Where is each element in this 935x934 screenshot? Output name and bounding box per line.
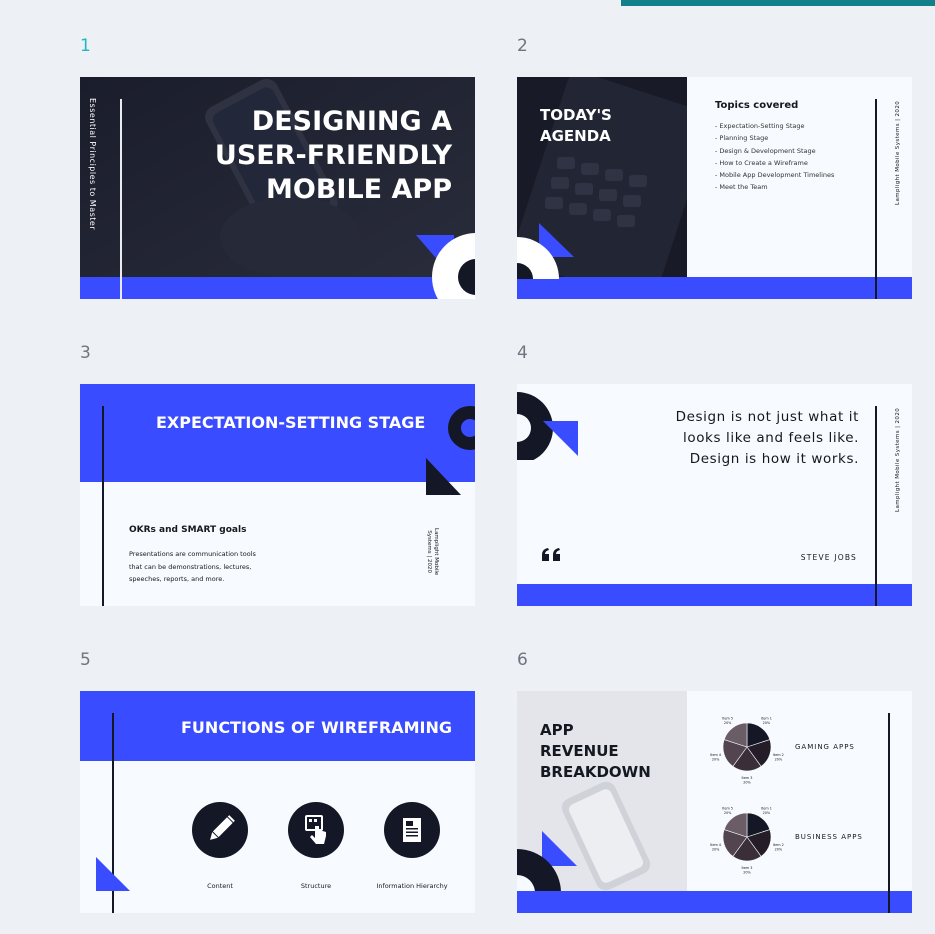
slide-footer: Lamplight Mobile Systems | 2020 xyxy=(895,100,901,205)
decorative-vertical-line xyxy=(102,406,104,606)
slide-number-2: 2 xyxy=(517,36,528,56)
slide-title: TODAY'S AGENDA xyxy=(540,106,612,145)
touch-screen-icon xyxy=(305,815,326,844)
slide-thumbnail-4[interactable]: Design is not just what it looks like an… xyxy=(517,384,912,606)
wireframe-item-label: Information Hierarchy xyxy=(376,882,448,890)
pie-category-label: Item 4 xyxy=(710,843,721,847)
pie-category-label: Item 5 xyxy=(722,716,733,720)
topic-item: - How to Create a Wireframe xyxy=(715,158,808,167)
pie-data-label: 20% xyxy=(743,871,751,875)
document-icon xyxy=(403,818,421,842)
decorative-vertical-line xyxy=(120,99,122,299)
topic-item: - Planning Stage xyxy=(715,134,769,143)
wireframe-item-icon-circle xyxy=(192,802,248,858)
slide-number-3: 3 xyxy=(80,343,91,363)
header-band xyxy=(80,384,475,482)
pie-category-label: Item 4 xyxy=(710,753,721,757)
slide-title: EXPECTATION-SETTING STAGE xyxy=(156,413,426,432)
bottom-accent-band xyxy=(517,891,912,913)
slide-footer: Lamplight Mobile Systems | 2020 xyxy=(895,407,901,512)
slide-side-text: Essential Principles to Master xyxy=(88,98,97,231)
bottom-accent-band xyxy=(517,277,912,299)
slide-subtitle: OKRs and SMART goals xyxy=(129,525,247,535)
slide-sorter-canvas: 1 Essential Principles to Master DESIGNI… xyxy=(0,0,935,934)
decorative-ring-triangle-shape xyxy=(517,223,574,279)
slide-number-5: 5 xyxy=(80,650,91,670)
chart-label: GAMING APPS xyxy=(795,743,855,751)
pie-category-label: Item 1 xyxy=(761,716,772,720)
quote-mark-icon xyxy=(542,548,560,561)
slide-body-text: Presentations are communication tools th… xyxy=(129,550,256,583)
topics-panel: Topics covered - Expectation-Setting Sta… xyxy=(715,100,834,194)
quote-text: Design is not just what it looks like an… xyxy=(675,409,859,467)
pie-category-label: Item 3 xyxy=(742,776,753,780)
topic-item: - Design & Development Stage xyxy=(715,146,816,155)
decorative-triangle-shape xyxy=(96,857,130,891)
pie-category-label: Item 1 xyxy=(761,806,772,810)
slide-title: FUNCTIONS OF WIREFRAMING xyxy=(181,718,452,737)
slide-thumbnail-3[interactable]: EXPECTATION-SETTING STAGE OKRs and SMART… xyxy=(80,384,475,606)
decorative-ring-triangle-shape xyxy=(517,392,578,460)
slide-thumbnail-5[interactable]: FUNCTIONS OF WIREFRAMING Content Structu… xyxy=(80,691,475,913)
pie-data-label: 20% xyxy=(743,781,751,785)
slide-title: DESIGNING A USER-FRIENDLY MOBILE APP xyxy=(214,106,452,205)
topic-item: - Mobile App Development Timelines xyxy=(715,171,835,180)
pie-data-label: 20% xyxy=(775,758,783,762)
topics-heading: Topics covered xyxy=(715,100,799,111)
pie-category-label: Item 2 xyxy=(773,843,784,847)
pie-data-label: 20% xyxy=(712,848,720,852)
chart-label: BUSINESS APPS xyxy=(795,833,863,841)
pie-chart-gaming-apps: Item 120%Item 220%Item 320%Item 420%Item… xyxy=(710,716,784,785)
pie-chart-business-apps: Item 120%Item 220%Item 320%Item 420%Item… xyxy=(710,806,784,875)
wireframe-item-icon-circle xyxy=(384,802,440,858)
topic-item: - Expectation-Setting Stage xyxy=(715,122,805,130)
pie-data-label: 20% xyxy=(724,811,732,815)
decorative-vertical-line xyxy=(875,406,877,606)
decorative-ring-triangle-shape xyxy=(517,831,577,893)
pie-category-label: Item 3 xyxy=(742,866,753,870)
pencil-icon xyxy=(210,815,235,840)
wireframe-item-label: Content xyxy=(207,882,233,890)
decorative-vertical-line xyxy=(875,99,877,299)
pie-data-label: 20% xyxy=(724,721,732,725)
slide-thumbnail-1[interactable]: Essential Principles to Master DESIGNING… xyxy=(80,77,475,299)
decorative-vertical-line xyxy=(888,713,890,913)
decorative-ring-triangle-shape xyxy=(426,406,475,495)
slide-title: APP REVENUE BREAKDOWN xyxy=(540,721,651,781)
bottom-accent-band xyxy=(517,584,912,606)
pie-category-label: Item 5 xyxy=(722,806,733,810)
pie-data-label: 20% xyxy=(775,848,783,852)
slide-number-1: 1 xyxy=(80,36,91,56)
wireframe-item-icon-circle xyxy=(288,802,344,858)
slide-number-6: 6 xyxy=(517,650,528,670)
slide-thumbnail-2[interactable]: TODAY'S AGENDA Topics covered - Expectat… xyxy=(517,77,912,299)
pie-data-label: 20% xyxy=(712,758,720,762)
wireframe-item-label: Structure xyxy=(300,882,332,890)
pie-data-label: 20% xyxy=(763,811,771,815)
topic-item: - Meet the Team xyxy=(715,183,768,192)
slide-thumbnail-6[interactable]: APP REVENUE BREAKDOWN Item 1 20% Item 2 20%… xyxy=(517,691,912,913)
top-accent-bar xyxy=(621,0,935,6)
quote-author: STEVE JOBS xyxy=(800,553,857,562)
pie-category-label: Item 2 xyxy=(773,753,784,757)
pie-data-label: 20% xyxy=(763,721,771,725)
slide-footer: Lamplight Mobile Systems | 2020 xyxy=(426,528,439,576)
decorative-ring-triangle-shape xyxy=(416,233,475,299)
slide-number-4: 4 xyxy=(517,343,528,363)
